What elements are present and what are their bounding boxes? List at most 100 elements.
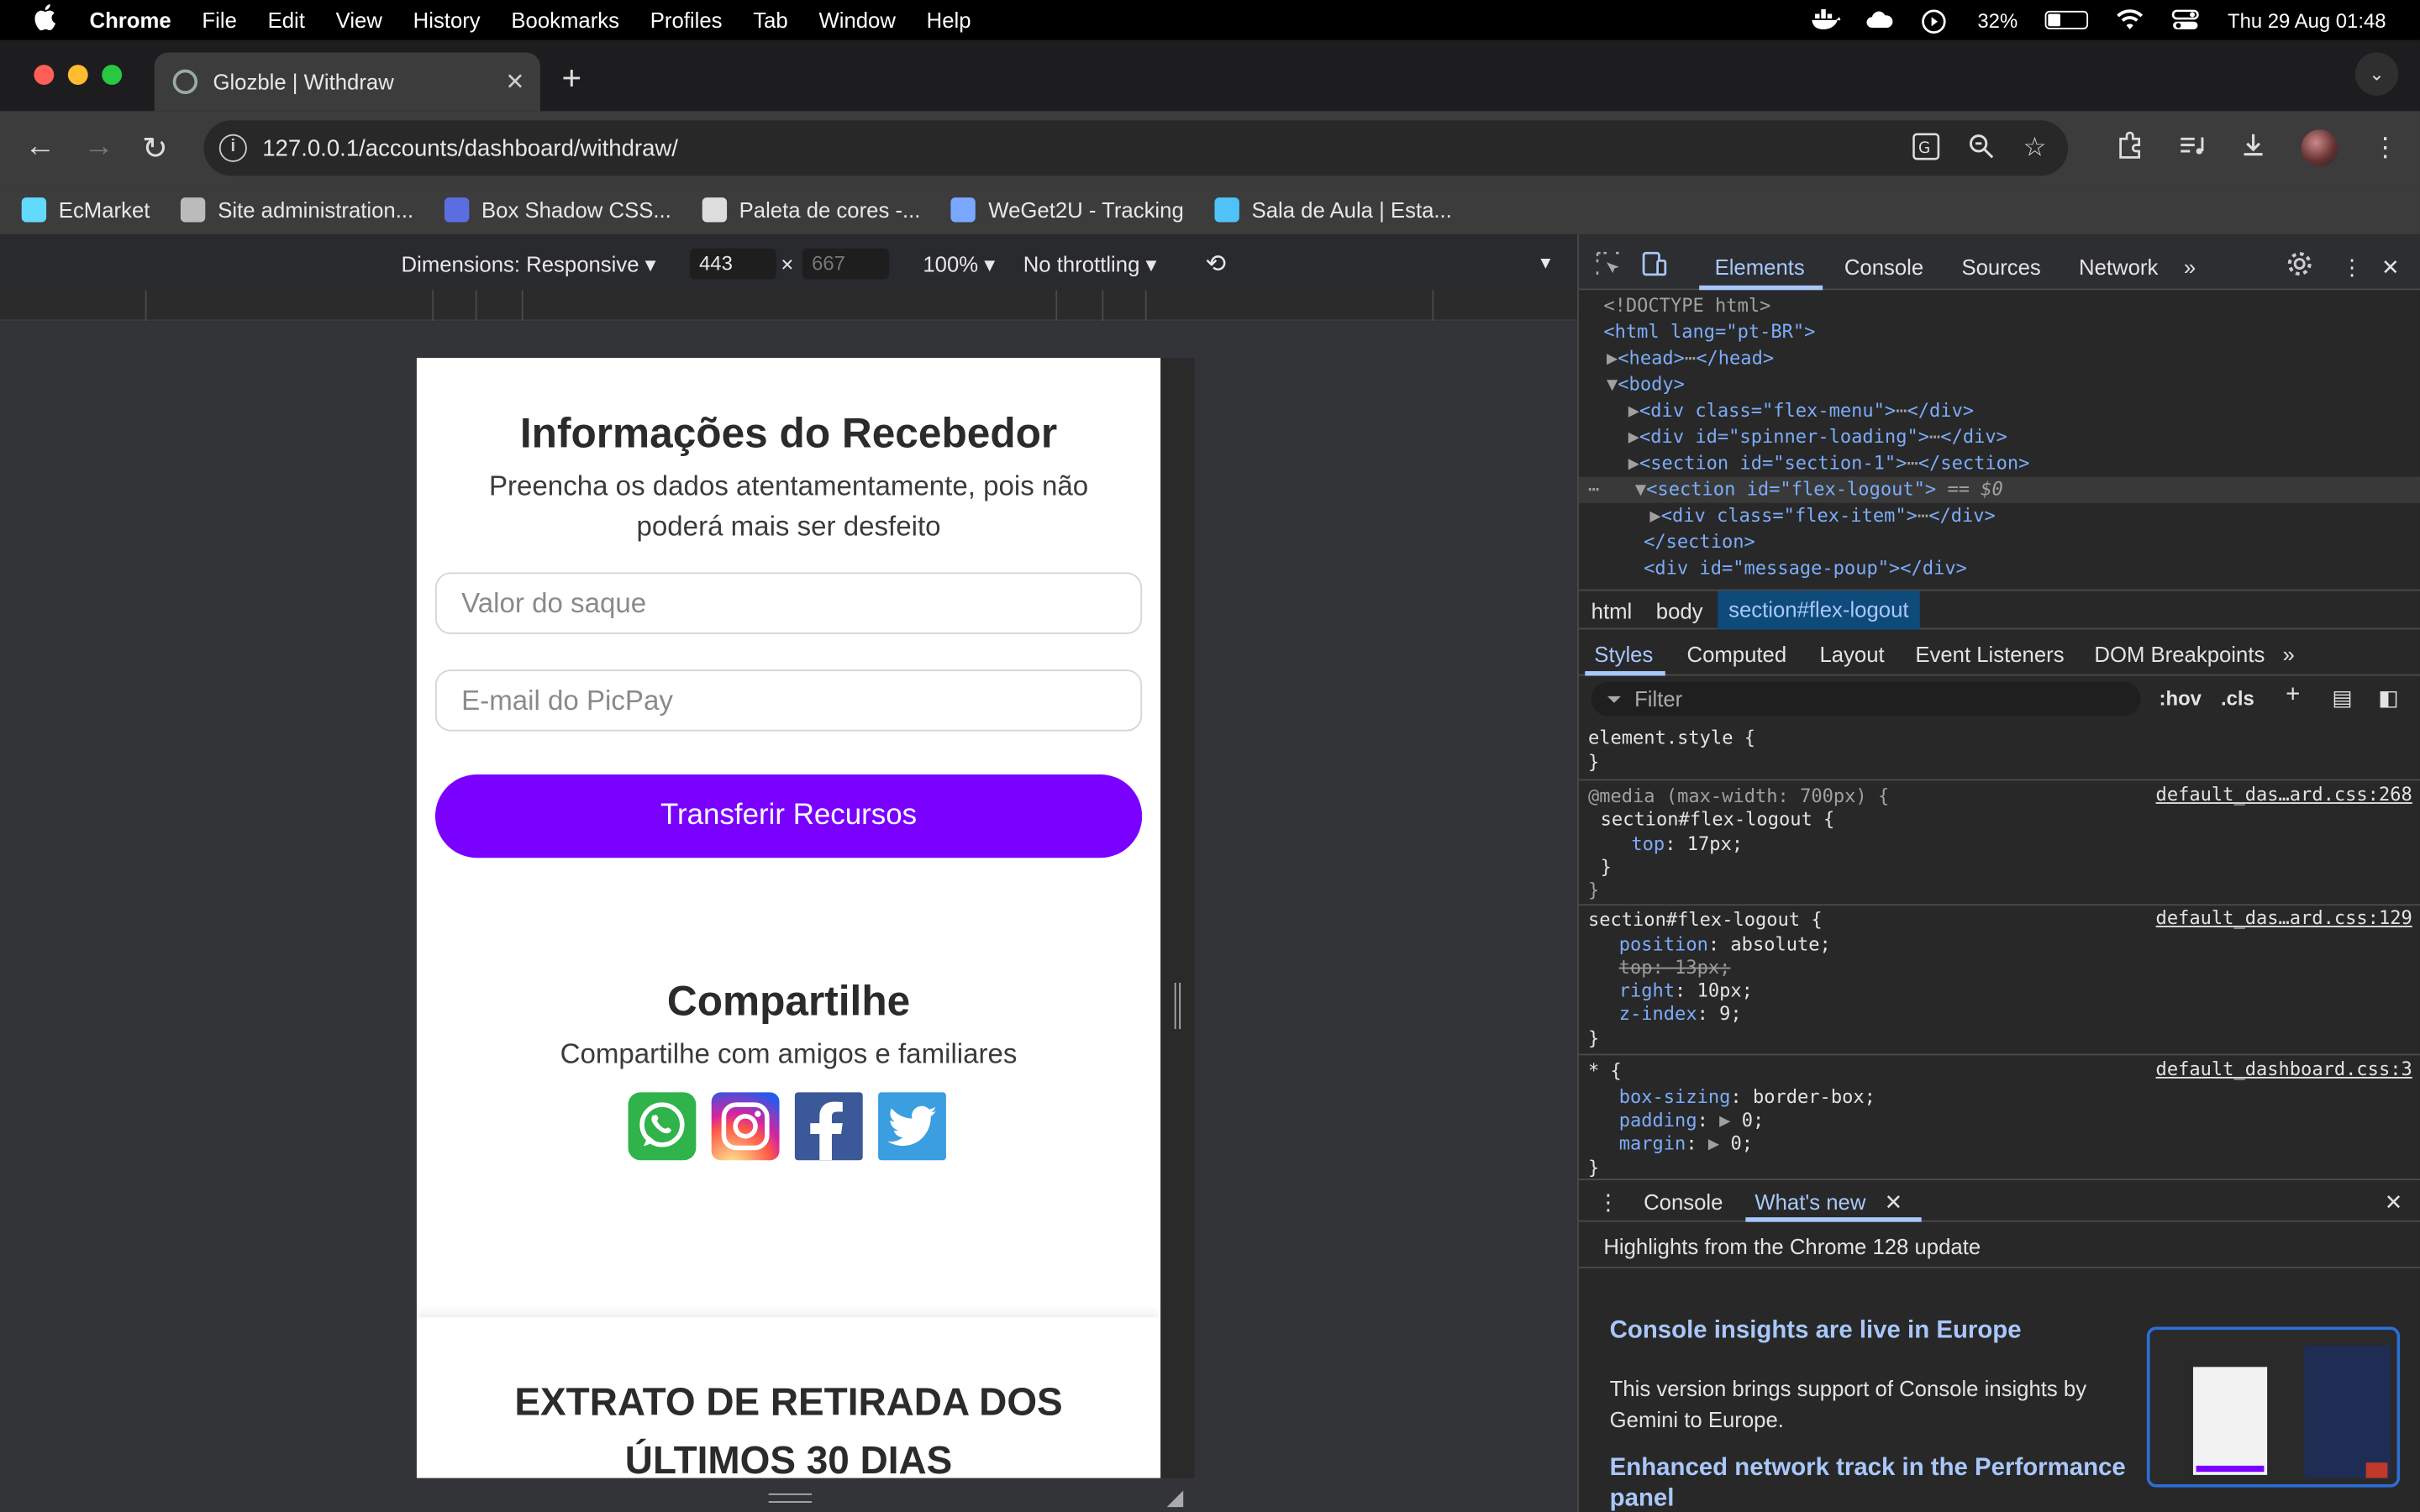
device-options-icon[interactable]: ▼ [1537,255,1554,273]
ellipsis-badge[interactable]: ⋯ [1929,426,1940,448]
dom-spinner[interactable]: ▶<div id="spinner-loading">⋯</div> [1628,424,2420,450]
expand-arrow-icon[interactable]: ▶ [1628,452,1639,474]
settings-gear-icon[interactable] [2286,250,2313,283]
height-input[interactable]: 667 [802,248,889,280]
rule-media-selector[interactable]: section#flex-logout { [1601,807,1835,832]
tab-styles[interactable]: Styles [1594,642,1653,666]
bookmark-box-shadow[interactable]: Box Shadow CSS... [444,197,671,223]
dimensions-select[interactable]: Dimensions: Responsive ▾ [402,251,656,277]
close-window-button[interactable] [34,65,55,86]
bookmark-weget2u[interactable]: WeGet2U - Tracking [951,197,1184,223]
decl-padding[interactable]: padding: ▶ 0; [1619,1108,1765,1132]
zoom-icon[interactable] [1967,133,1995,168]
menu-app-name[interactable]: Chrome [90,8,171,32]
rotate-icon[interactable]: ⟲ [1205,249,1226,280]
ellipsis-badge[interactable]: ⋯ [1896,400,1907,422]
expand-arrow-icon[interactable]: ▶ [1607,347,1618,369]
decl-box-sizing[interactable]: box-sizing: border-box; [1619,1084,1876,1109]
resize-height-handle[interactable] [768,1493,813,1503]
styles-filter-input[interactable]: ⏷ Filter [1591,681,2141,717]
sidebar-toggle-icon[interactable]: ◧ [2378,685,2398,711]
new-rule-icon[interactable]: + [2286,682,2300,710]
throttling-select[interactable]: No throttling ▾ [1023,251,1157,277]
reload-icon[interactable]: ↻ [142,129,168,168]
control-center-icon[interactable] [2172,9,2200,31]
drawer-tab-console[interactable]: Console [1644,1189,1723,1214]
decl-z-index[interactable]: z-index: 9; [1619,1001,1742,1026]
dom-head[interactable]: ▶<head>⋯</head> [1607,345,2420,371]
withdraw-amount-input[interactable]: Valor do saque [434,572,1143,634]
more-tabs-icon[interactable]: » [2184,255,2196,279]
whatsapp-icon[interactable] [628,1092,697,1161]
tab-glozble-withdraw[interactable]: Glozble | Withdraw ✕ [154,52,540,112]
cls-toggle[interactable]: .cls [2221,686,2254,710]
decl-top-overridden[interactable]: top: 13px; [1619,955,1731,979]
cloud-status-icon[interactable] [1866,9,1894,31]
close-whats-new-icon[interactable]: ✕ [1885,1189,1903,1215]
menu-bookmarks[interactable]: Bookmarks [511,8,619,32]
dom-body[interactable]: ▼<body> [1607,372,2420,398]
site-info-icon[interactable]: i [218,134,247,162]
paint-icon[interactable]: ▤ [2332,685,2352,711]
profile-avatar[interactable] [2301,129,2338,167]
tab-computed[interactable]: Computed [1687,642,1787,666]
twitter-icon[interactable] [878,1092,946,1161]
close-drawer-icon[interactable]: ✕ [2385,1189,2403,1215]
decl-margin[interactable]: margin: ▶ 0; [1619,1131,1753,1155]
minimize-window-button[interactable] [67,65,88,86]
expand-arrow-icon[interactable]: ▶ [1628,426,1639,448]
address-bar[interactable]: i 127.0.0.1/accounts/dashboard/withdraw/… [203,120,2069,176]
expand-arrow-icon[interactable]: ▶ [1719,1110,1730,1131]
resize-width-handle[interactable] [1174,982,1181,1030]
dom-flex-logout-selected[interactable]: ⋯ ▼<section id="flex-logout"> == $0 [1578,476,2420,503]
forward-icon[interactable]: → [83,129,114,165]
bookmark-ecmarket[interactable]: EcMarket [21,197,150,223]
rule-universal-selector[interactable]: * { [1588,1058,1622,1083]
expand-arrow-icon[interactable]: ▶ [1649,505,1660,527]
rule-element-style[interactable]: element.style { [1588,725,1755,749]
video-thumbnail[interactable] [2146,1326,2401,1488]
bookmark-star-icon[interactable]: ☆ [2023,133,2046,168]
dom-section-close[interactable]: </section> [1644,529,2420,555]
rule-media-source-link[interactable]: default_das…ard.css:268 [2156,784,2412,806]
decl-position[interactable]: position: absolute; [1619,932,1831,956]
resize-corner-icon[interactable]: ◢ [1167,1484,1184,1510]
tab-search-icon[interactable]: ⌄ [2354,52,2399,96]
crumb-section[interactable]: section#flex-logout [1718,591,1920,630]
zoom-select[interactable]: 100% ▾ [923,251,995,277]
hov-toggle[interactable]: :hov [2160,686,2202,710]
inspect-icon[interactable] [1594,250,1622,283]
tab-layout[interactable]: Layout [1819,642,1884,666]
menu-help[interactable]: Help [927,8,971,32]
menu-window[interactable]: Window [818,8,895,32]
more-menu-icon[interactable]: ⋮ [2372,133,2398,164]
apple-icon[interactable] [34,3,61,38]
dom-doctype[interactable]: <!DOCTYPE html> [1603,293,2420,319]
ellipsis-badge[interactable]: ⋯ [1918,505,1928,527]
tab-sources[interactable]: Sources [1961,255,2040,279]
menu-history[interactable]: History [413,8,481,32]
dom-html[interactable]: <html lang="pt-BR"> [1603,319,2420,345]
menu-edit[interactable]: Edit [268,8,305,32]
dom-message-poup[interactable]: <div id="message-poup"></div> [1644,555,2420,581]
docker-icon[interactable] [1811,9,1841,31]
tab-event-listeners[interactable]: Event Listeners [1915,642,2064,666]
close-tab-icon[interactable]: ✕ [505,68,524,96]
menu-file[interactable]: File [202,8,236,32]
crumb-html[interactable]: html [1591,599,1633,623]
back-icon[interactable]: ← [24,129,55,165]
crumb-body[interactable]: body [1656,599,1703,623]
dom-flex-item[interactable]: ▶<div class="flex-item">⋯</div> [1649,503,2420,529]
extensions-icon[interactable] [2116,130,2144,165]
collapse-arrow-icon[interactable]: ▼ [1607,373,1618,395]
devtools-menu-icon[interactable]: ⋮ [2341,255,2363,281]
drawer-menu-icon[interactable]: ⋮ [1597,1189,1619,1215]
device-toggle-icon[interactable] [1640,250,1668,283]
menu-view[interactable]: View [336,8,382,32]
media-query-ruler[interactable] [0,290,1578,322]
width-input[interactable]: 443 [690,248,776,280]
instagram-icon[interactable] [711,1092,780,1161]
transfer-button[interactable]: Transferir Recursos [434,774,1143,858]
menu-tab[interactable]: Tab [753,8,787,32]
whats-new-headline-2[interactable]: Enhanced network track in the Performanc… [1610,1453,2150,1512]
